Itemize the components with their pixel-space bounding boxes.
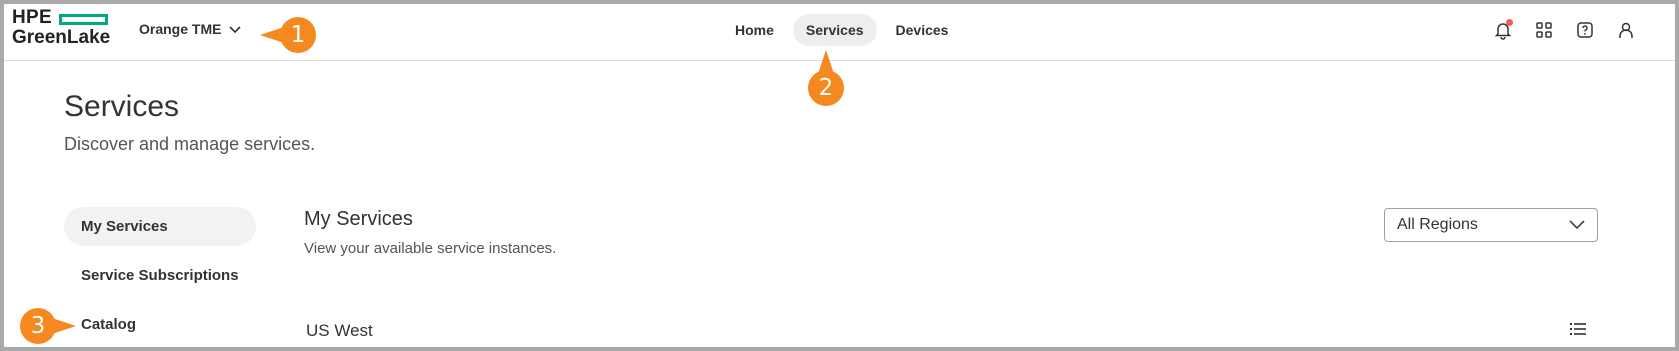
header-actions: [1492, 19, 1637, 41]
chevron-down-icon: [1569, 220, 1585, 230]
callout-badge-3: 3: [20, 308, 76, 344]
region-select-value: All Regions: [1397, 216, 1478, 233]
nav-devices[interactable]: Devices: [883, 14, 962, 46]
section-description: View your available service instances.: [304, 240, 557, 257]
workspace-switcher[interactable]: Orange TME: [139, 21, 242, 37]
hpe-greenlake-logo[interactable]: HPE GreenLake: [12, 8, 110, 48]
callout-badge-2: 2: [808, 50, 844, 106]
bell-icon[interactable]: [1492, 19, 1514, 41]
logo-line2: GreenLake: [12, 27, 111, 48]
sidebar-item-catalog[interactable]: Catalog: [64, 305, 256, 344]
list-view-icon[interactable]: [1570, 322, 1586, 341]
workspace-name: Orange TME: [139, 21, 222, 37]
chevron-down-icon: [229, 26, 242, 34]
page-title: Services: [64, 90, 180, 123]
sidebar: My Services Service Subscriptions Catalo…: [64, 207, 256, 347]
region-group-title: US West: [306, 321, 373, 340]
hpe-element-icon: [59, 14, 108, 25]
top-header: HPE GreenLake Orange TME Home Services D…: [4, 4, 1675, 61]
nav-home[interactable]: Home: [722, 14, 787, 46]
page-subtitle: Discover and manage services.: [64, 134, 316, 154]
notification-dot: [1506, 19, 1513, 26]
help-icon[interactable]: [1574, 19, 1596, 41]
region-select[interactable]: All Regions: [1384, 208, 1598, 242]
app-window: HPE GreenLake Orange TME Home Services D…: [0, 0, 1679, 351]
user-icon[interactable]: [1615, 19, 1637, 41]
sidebar-item-service-subscriptions[interactable]: Service Subscriptions: [64, 256, 256, 295]
sidebar-item-my-services[interactable]: My Services: [64, 207, 256, 246]
nav-services[interactable]: Services: [792, 14, 877, 46]
main-nav: Home Services Devices: [722, 14, 961, 46]
callout-badge-1: 1: [260, 17, 316, 53]
apps-grid-icon[interactable]: [1533, 19, 1555, 41]
